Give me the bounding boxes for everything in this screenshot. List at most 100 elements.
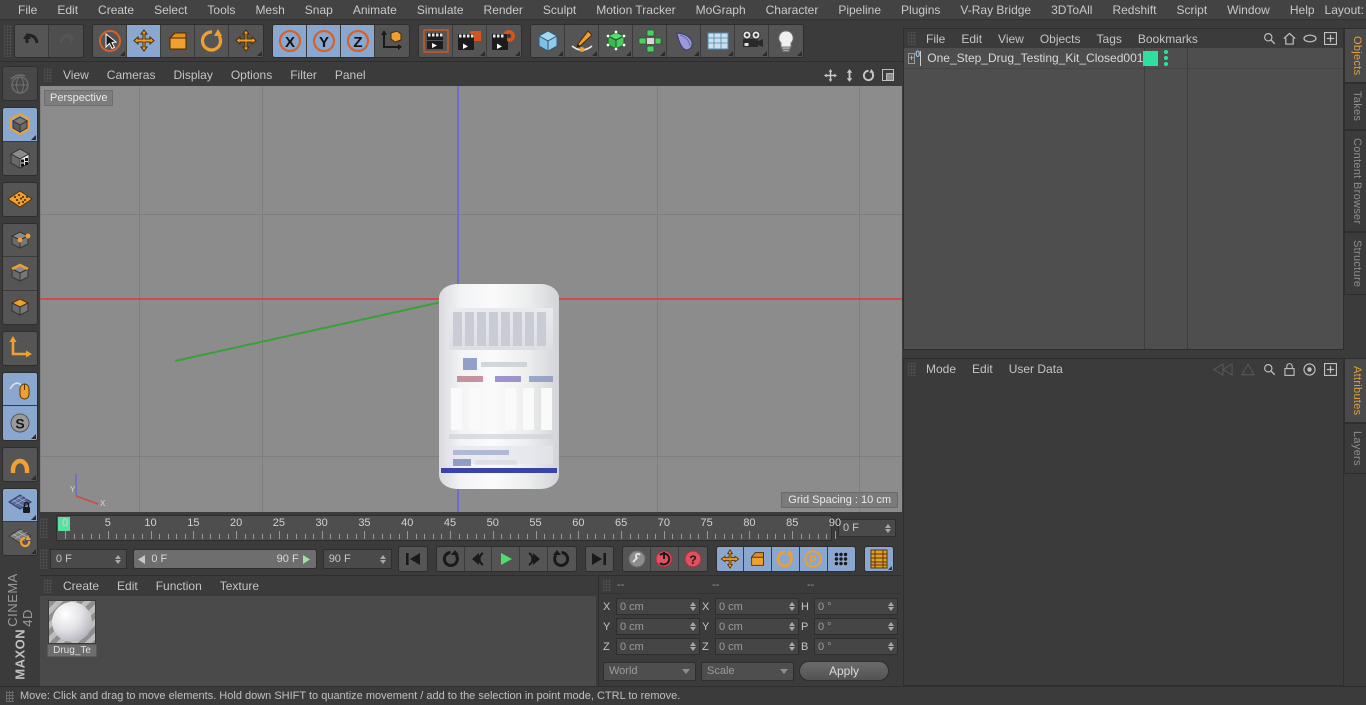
world-coordinates-button[interactable]	[375, 24, 409, 57]
add-light-button[interactable]	[769, 24, 803, 57]
menu-item-filter[interactable]: Filter	[281, 67, 326, 83]
menu-item-panel[interactable]: Panel	[326, 67, 375, 83]
lock-x-axis-button[interactable]: X	[273, 24, 307, 57]
spinner-icon[interactable]	[115, 554, 122, 564]
attributes-content[interactable]	[904, 379, 1343, 685]
playback-grip[interactable]	[40, 549, 48, 569]
key-position-button[interactable]	[716, 547, 745, 571]
coord-pos-y-input[interactable]: 0 cm	[616, 618, 700, 635]
move-duplicate-button[interactable]	[229, 24, 263, 57]
step-forward-button[interactable]	[520, 547, 548, 571]
tab-content-browser[interactable]: Content Browser	[1344, 129, 1366, 233]
maximize-icon[interactable]	[882, 69, 894, 81]
key-pla-button[interactable]	[827, 547, 856, 571]
tab-structure[interactable]: Structure	[1344, 232, 1366, 296]
add-spline-button[interactable]	[565, 24, 599, 57]
menu-item-mesh[interactable]: Mesh	[245, 1, 294, 19]
menu-item-help[interactable]: Help	[1280, 1, 1325, 19]
rotate-tool-button[interactable]	[195, 24, 229, 57]
record-keyframe-button[interactable]	[623, 547, 652, 571]
axis-mode-button[interactable]	[3, 331, 37, 365]
drug-testing-kit-model[interactable]	[439, 284, 559, 489]
expand-toggle-icon[interactable]: +	[908, 52, 916, 64]
material-grip[interactable]	[44, 579, 52, 593]
end-frame-field[interactable]: 90 F	[322, 549, 393, 569]
spinner-icon[interactable]	[690, 602, 696, 611]
menu-item-view[interactable]: View	[54, 67, 98, 83]
menu-item-redshift[interactable]: Redshift	[1102, 1, 1166, 19]
model-mode-button[interactable]	[3, 108, 37, 142]
menu-item-display[interactable]: Display	[164, 67, 221, 83]
menu-item-mode[interactable]: Mode	[918, 361, 964, 377]
soft-selection-button[interactable]: S	[3, 406, 37, 440]
scale-tool-button[interactable]	[161, 24, 195, 57]
coord-size-z-input[interactable]: 0 cm	[715, 638, 799, 655]
menu-item-character[interactable]: Character	[756, 1, 829, 19]
menu-item-tags[interactable]: Tags	[1089, 31, 1130, 47]
spinner-icon[interactable]	[789, 642, 795, 651]
spinner-icon[interactable]	[690, 642, 696, 651]
menu-item-select[interactable]: Select	[144, 1, 197, 19]
range-right-arrow-icon[interactable]	[302, 554, 312, 564]
lock-y-axis-button[interactable]: Y	[307, 24, 341, 57]
object-manager-grip[interactable]	[908, 32, 916, 45]
menu-item-cameras[interactable]: Cameras	[98, 67, 165, 83]
undo-view-button[interactable]	[3, 67, 37, 101]
render-settings-button[interactable]	[487, 24, 521, 57]
magnet-button[interactable]	[3, 447, 37, 481]
menu-item-simulate[interactable]: Simulate	[407, 1, 474, 19]
move-tool-button[interactable]	[127, 24, 161, 57]
timeline-ruler[interactable]: 0 5 10 15 20 25 30 35 40 45 50 55 60 65 70 75 80 85 90	[56, 515, 841, 541]
menu-item-options[interactable]: Options	[222, 67, 281, 83]
coord-size-x-input[interactable]: 0 cm	[715, 598, 799, 615]
coordinates-grip[interactable]	[603, 578, 611, 591]
coord-rot-p-input[interactable]: 0 °	[814, 618, 898, 635]
texture-mode-button[interactable]	[3, 141, 37, 175]
viewport-canvas[interactable]: Y X Perspective Grid Spacing : 10 cm	[40, 86, 902, 512]
menu-item-window[interactable]: Window	[1217, 1, 1280, 19]
timeline-grip[interactable]	[40, 518, 48, 538]
transform-mode-select[interactable]: Scale	[701, 661, 794, 681]
add-array-button[interactable]	[633, 24, 667, 57]
spinner-icon[interactable]	[888, 642, 894, 651]
add-camera-button[interactable]	[735, 24, 769, 57]
preview-range-bar[interactable]: 0 F 90 F	[133, 549, 317, 569]
timeline-view-button[interactable]	[865, 547, 893, 571]
polygon-mesh-button[interactable]	[3, 182, 37, 216]
menu-item-v-ray-bridge[interactable]: V-Ray Bridge	[950, 1, 1041, 19]
menu-item-render[interactable]: Render	[474, 1, 533, 19]
dolly-icon[interactable]	[844, 68, 855, 82]
menu-item-tools[interactable]: Tools	[197, 1, 245, 19]
live-select-button[interactable]	[93, 24, 127, 57]
edge-mode-button[interactable]	[3, 257, 37, 291]
menu-item-pipeline[interactable]: Pipeline	[828, 1, 891, 19]
viewport-grip[interactable]	[44, 68, 52, 82]
menu-item-3dtoall[interactable]: 3DToAll	[1041, 1, 1102, 19]
spinner-icon[interactable]	[885, 523, 891, 533]
object-name[interactable]: One_Step_Drug_Testing_Kit_Closed001	[927, 51, 1143, 65]
material-item[interactable]: Drug_Te	[46, 600, 98, 657]
search-icon[interactable]	[1263, 363, 1276, 376]
key-rotation-button[interactable]	[772, 547, 800, 571]
spinner-icon[interactable]	[789, 602, 795, 611]
ellipse-icon[interactable]	[1303, 34, 1317, 43]
back-nav-icon[interactable]	[1211, 362, 1233, 376]
menu-item-plugins[interactable]: Plugins	[891, 1, 950, 19]
rotate-view-icon[interactable]	[862, 68, 875, 82]
coord-size-y-input[interactable]: 0 cm	[715, 618, 799, 635]
tab-objects[interactable]: Objects	[1344, 28, 1366, 84]
lock-icon[interactable]	[1284, 362, 1295, 376]
spinner-icon[interactable]	[380, 554, 387, 564]
coord-rot-b-input[interactable]: 0 °	[814, 638, 898, 655]
menu-item-view[interactable]: View	[990, 31, 1032, 47]
object-tree[interactable]: + 0 One_Step_Drug_Testing_Kit_Closed001	[904, 48, 1343, 349]
step-back-button[interactable]	[464, 547, 493, 571]
add-cube-button[interactable]	[531, 24, 565, 57]
spinner-icon[interactable]	[690, 622, 696, 631]
coord-pos-x-input[interactable]: 0 cm	[616, 598, 700, 615]
render-view-button[interactable]	[419, 24, 453, 57]
coordinate-system-select[interactable]: World	[603, 661, 696, 681]
lock-z-axis-button[interactable]: Z	[341, 24, 375, 57]
menu-item-sculpt[interactable]: Sculpt	[533, 1, 586, 19]
loop-button[interactable]	[436, 547, 465, 571]
